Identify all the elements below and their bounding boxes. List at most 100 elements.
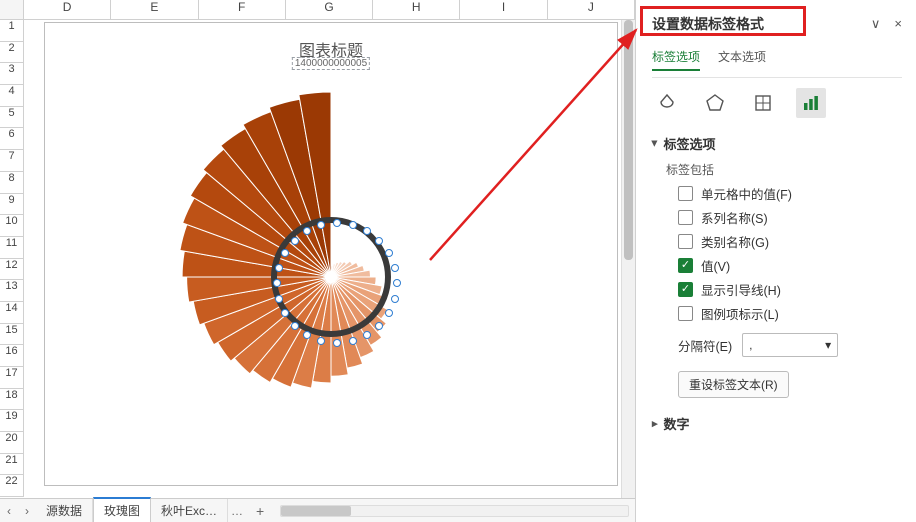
selection-handle[interactable] [303, 331, 311, 339]
selection-handle[interactable] [363, 227, 371, 235]
selection-handle[interactable] [385, 309, 393, 317]
row-header[interactable]: 2 [0, 42, 24, 64]
tab-prev-button[interactable]: ‹ [0, 504, 18, 518]
selection-handle[interactable] [375, 237, 383, 245]
selection-handle[interactable] [385, 249, 393, 257]
row-header[interactable]: 17 [0, 367, 24, 389]
row-header[interactable]: 11 [0, 237, 24, 259]
selection-handle[interactable] [375, 322, 383, 330]
selection-handle[interactable] [317, 221, 325, 229]
selection-handle[interactable] [317, 337, 325, 345]
subtab-label-options[interactable]: 标签选项 [652, 48, 700, 71]
row-header[interactable]: 1 [0, 20, 24, 42]
col-header[interactable]: G [286, 0, 373, 20]
row-header[interactable]: 9 [0, 194, 24, 216]
col-header[interactable]: F [199, 0, 286, 20]
checkbox-label: 显示引导线(H) [701, 280, 781, 299]
embedded-chart[interactable]: 图表标题 1400000000005 [44, 22, 618, 486]
row-header[interactable]: 15 [0, 324, 24, 346]
section-header-label-options[interactable]: ▸标签选项 [652, 134, 902, 153]
sheet-tab[interactable]: 源数据 [36, 499, 93, 522]
selection-handle[interactable] [281, 309, 289, 317]
horizontal-scrollbar[interactable] [280, 505, 629, 517]
row-header[interactable]: 6 [0, 128, 24, 150]
row-header[interactable]: 13 [0, 280, 24, 302]
checkbox-2[interactable]: 类别名称(G) [678, 232, 902, 251]
checkbox-label: 类别名称(G) [701, 232, 769, 251]
col-header[interactable]: H [373, 0, 460, 20]
tab-next-button[interactable]: › [18, 504, 36, 518]
vertical-scrollbar[interactable] [621, 20, 635, 498]
sizeprops-icon[interactable] [748, 88, 778, 118]
row-header[interactable]: 3 [0, 63, 24, 85]
checkbox-label: 系列名称(S) [701, 208, 768, 227]
selection-handle[interactable] [291, 237, 299, 245]
reset-label-text-button[interactable]: 重设标签文本(R) [678, 371, 789, 398]
col-header[interactable]: J [548, 0, 635, 20]
section-title: 数字 [664, 414, 690, 433]
selection-handle[interactable] [275, 295, 283, 303]
col-header[interactable]: D [24, 0, 111, 20]
row-header[interactable]: 20 [0, 432, 24, 454]
checkbox-box[interactable] [678, 306, 693, 321]
chevron-down-icon: ▸ [648, 141, 661, 147]
tab-more-button[interactable]: … [228, 504, 246, 518]
selection-handle[interactable] [291, 322, 299, 330]
row-header[interactable]: 18 [0, 389, 24, 411]
row-header[interactable]: 19 [0, 410, 24, 432]
chevron-right-icon: ▸ [652, 417, 658, 430]
checkbox-box[interactable] [678, 210, 693, 225]
sheet-tab[interactable]: 秋叶Exc… [151, 499, 228, 522]
separator-value: , [749, 338, 752, 352]
pentagon-icon[interactable] [700, 88, 730, 118]
col-header[interactable]: I [460, 0, 547, 20]
selection-handle[interactable] [349, 221, 357, 229]
row-header[interactable]: 7 [0, 150, 24, 172]
add-sheet-button[interactable]: + [246, 503, 274, 519]
checkbox-1[interactable]: 系列名称(S) [678, 208, 902, 227]
fill-icon[interactable] [652, 88, 682, 118]
checkbox-box[interactable] [678, 186, 693, 201]
selection-handle[interactable] [273, 279, 281, 287]
selection-handle[interactable] [393, 279, 401, 287]
horizontal-scroll-thumb[interactable] [281, 506, 351, 516]
chartopts-icon[interactable] [796, 88, 826, 118]
row-header[interactable]: 5 [0, 107, 24, 129]
checkbox-4[interactable]: 显示引导线(H) [678, 280, 902, 299]
checkbox-box[interactable] [678, 234, 693, 249]
vertical-scroll-thumb[interactable] [624, 20, 633, 260]
checkbox-0[interactable]: 单元格中的值(F) [678, 184, 902, 203]
selection-handle[interactable] [333, 219, 341, 227]
row-header[interactable]: 10 [0, 215, 24, 237]
checkbox-box[interactable] [678, 258, 693, 273]
row-header[interactable]: 22 [0, 475, 24, 497]
selectall-corner[interactable] [0, 0, 24, 20]
pane-close-button[interactable]: × [894, 16, 902, 32]
datalabel-selection-ring[interactable] [271, 217, 391, 337]
subtab-text-options[interactable]: 文本选项 [718, 48, 766, 71]
col-header[interactable]: E [111, 0, 198, 20]
checkbox-3[interactable]: 值(V) [678, 256, 902, 275]
sheet-tab-active[interactable]: 玫瑰图 [93, 497, 151, 522]
row-header[interactable]: 14 [0, 302, 24, 324]
row-header[interactable]: 16 [0, 345, 24, 367]
pane-collapse-button[interactable]: ∨ [871, 16, 881, 32]
selection-handle[interactable] [349, 337, 357, 345]
selection-handle[interactable] [391, 264, 399, 272]
row-header[interactable]: 8 [0, 172, 24, 194]
checkbox-box[interactable] [678, 282, 693, 297]
checkbox-5[interactable]: 图例项标示(L) [678, 304, 902, 323]
separator-select[interactable]: , ▾ [742, 333, 838, 357]
selection-handle[interactable] [275, 264, 283, 272]
selection-handle[interactable] [281, 249, 289, 257]
pane-title: 设置数据标签格式 [652, 14, 764, 34]
section-number: ▸ 数字 [652, 414, 902, 433]
selection-handle[interactable] [303, 227, 311, 235]
selection-handle[interactable] [333, 339, 341, 347]
row-header[interactable]: 4 [0, 85, 24, 107]
section-header-number[interactable]: ▸ 数字 [652, 414, 902, 433]
row-header[interactable]: 12 [0, 259, 24, 281]
selection-handle[interactable] [363, 331, 371, 339]
row-header[interactable]: 21 [0, 454, 24, 476]
selection-handle[interactable] [391, 295, 399, 303]
